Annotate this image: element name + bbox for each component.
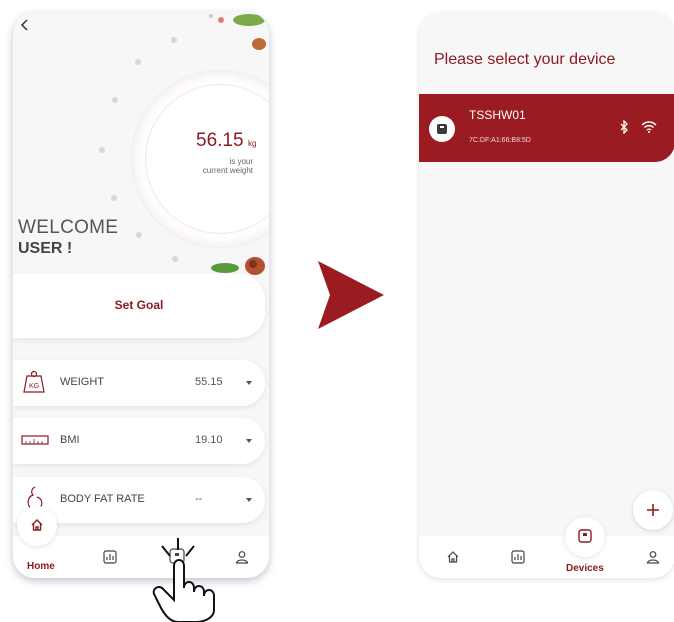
weight-caption-2: current weight [202,166,253,175]
device-name: TSSHW01 [469,108,526,122]
profile-icon[interactable] [646,550,660,564]
svg-text:KG: KG [29,383,39,390]
weight-unit: kg [248,139,257,148]
wifi-icon [641,121,657,133]
metric-label: BODY FAT RATE [60,493,145,505]
arrow-right-icon [318,261,384,329]
back-chevron-icon[interactable] [19,18,31,32]
ruler-icon [21,435,49,445]
nav-home-label[interactable]: Home [27,561,55,572]
set-goal-label: Set Goal [114,298,164,312]
phone-device-screen: Please select your device TSSHW01 7C:DF:… [419,12,674,578]
set-goal-button[interactable]: Set Goal [13,274,265,338]
nav-devices-label[interactable]: Devices [566,563,604,574]
current-weight-value: 56.15 [196,130,244,151]
add-device-button[interactable] [633,490,673,530]
page-title: Please select your device [434,51,616,68]
device-list-item[interactable]: TSSHW01 7C:DF:A1:66:B8:5D [419,94,674,162]
bluetooth-icon [620,120,628,134]
chart-icon[interactable] [511,550,525,564]
metric-label: BMI [60,434,80,446]
nav-home-active[interactable] [17,506,57,546]
weight-scale-icon: KG [23,370,45,393]
user-name: USER ! [18,240,73,257]
metric-label: WEIGHT [60,376,104,388]
device-scale-icon [429,116,455,142]
metric-row-bmi[interactable]: BMI 19.10 [13,418,265,464]
device-icon [578,529,592,543]
metric-row-weight[interactable]: KG WEIGHT 55.15 [13,360,265,406]
weight-caption-1: is your [229,157,253,166]
food-decoration-icon [209,14,266,50]
metric-value: -- [195,493,203,505]
metric-value: 19.10 [195,434,223,446]
chart-icon[interactable] [103,550,117,564]
device-mac-address: 7C:DF:A1:66:B8:5D [469,137,531,144]
metric-value: 55.15 [195,376,223,388]
chevron-down-icon[interactable] [246,381,252,385]
home-icon [31,519,43,531]
welcome-heading: WELCOME [18,217,119,238]
phone-home-screen: 56.15 kg is your current weight WELCOME … [13,12,269,578]
nav-devices-active[interactable] [565,517,605,557]
home-icon[interactable] [446,550,460,564]
chevron-down-icon[interactable] [246,498,252,502]
chevron-down-icon[interactable] [246,439,252,443]
tap-gesture-icon [152,538,215,622]
plus-icon [647,504,659,516]
